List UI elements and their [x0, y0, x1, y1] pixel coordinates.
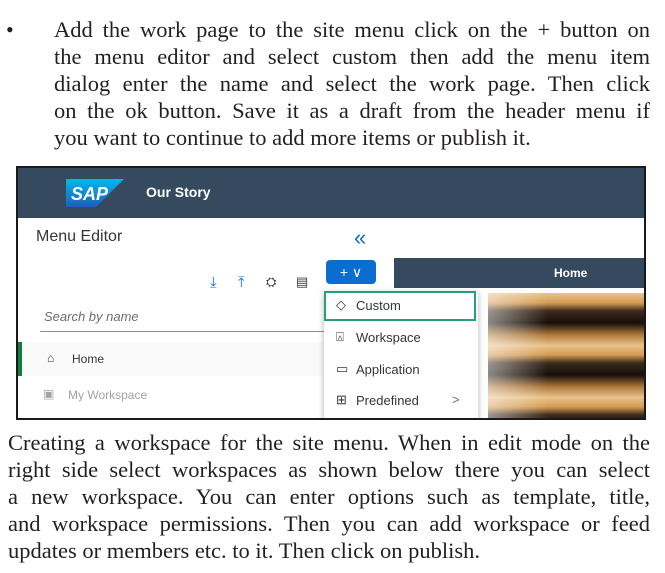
shell-bar: SAP Our Story [18, 168, 644, 218]
add-menu-item-button[interactable]: + ∨ [326, 260, 376, 284]
diamond-icon: ◇ [336, 297, 346, 312]
text-line: updates or members etc. to it. Then clic… [8, 538, 480, 563]
header-tab-home[interactable]: Home [554, 266, 587, 280]
menu-item-workspace[interactable]: ⍓ Workspace [324, 323, 478, 353]
instruction-paragraph: Add the work page to the site menu click… [54, 16, 650, 151]
workspace-icon: ▣ [43, 387, 55, 401]
download-icon[interactable]: ⤓ [210, 274, 217, 291]
text-line: a new workspace. You can enter options s… [8, 484, 650, 509]
upload-icon[interactable]: ⤒ [238, 274, 245, 291]
menu-item-application[interactable]: ▭ Application [324, 355, 478, 385]
nav-item-label: My Workspace [68, 388, 148, 402]
search-placeholder: Search by name [44, 309, 139, 324]
text-line: dialog enter the name and select the wor… [54, 71, 650, 96]
add-menu-dropdown: ◇ Custom ⍓ Workspace ▭ Application ⊞ Pre… [324, 291, 478, 418]
workspace-paragraph: Creating a workspace for the site menu. … [8, 429, 650, 564]
text-line: and workspace permissions. Then you can … [8, 511, 650, 536]
embedded-screenshot: SAP Our Story Home Menu Editor « ⤓ ⤒ ⛭ ▤… [16, 166, 646, 420]
text-line: on the ok button. Save it as a draft fro… [54, 98, 650, 123]
text-line: Creating a workspace for the site menu. … [8, 430, 650, 455]
text-line: you want to continue to add more items o… [54, 125, 531, 150]
bullet: • [6, 17, 14, 42]
home-icon: ⌂ [47, 351, 55, 365]
site-header-bar: Home [390, 258, 644, 288]
svg-text:SAP: SAP [71, 184, 109, 204]
background-photo [488, 293, 644, 418]
filter-icon[interactable]: ⛭ [266, 274, 276, 290]
collapse-icon[interactable]: « [354, 225, 366, 251]
nav-item-label: Home [72, 352, 105, 366]
application-icon: ▭ [336, 361, 349, 376]
text-line: the menu editor and select custom then a… [54, 44, 650, 69]
menu-item-custom[interactable]: ◇ Custom [324, 291, 476, 321]
chevron-right-icon: > [452, 392, 460, 407]
predefined-icon: ⊞ [336, 392, 347, 407]
text-line: right side select workspaces as shown be… [8, 457, 650, 482]
text-line: Add the work page to the site menu click… [54, 17, 650, 42]
menu-item-label: Application [356, 362, 420, 377]
menu-item-label: Predefined [356, 393, 419, 408]
menu-item-label: Workspace [356, 330, 421, 345]
site-title: Our Story [146, 184, 211, 200]
sap-logo: SAP [66, 179, 124, 207]
card-icon[interactable]: ▤ [296, 274, 308, 290]
menu-item-label: Custom [356, 298, 401, 313]
editor-title: Menu Editor [36, 228, 123, 245]
workspace-icon: ⍓ [336, 329, 344, 344]
menu-item-predefined[interactable]: ⊞ Predefined > [324, 386, 478, 416]
